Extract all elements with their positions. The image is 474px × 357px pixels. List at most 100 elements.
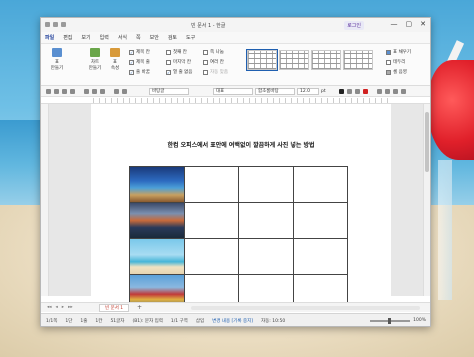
check-no-column-line[interactable]: ✓ 열 줄 없음	[166, 69, 192, 75]
next-tab-icon[interactable]: ▸	[62, 305, 64, 310]
status-line: 1줄	[80, 318, 88, 324]
align-right-icon[interactable]	[393, 89, 398, 94]
zoom-slider[interactable]	[370, 317, 411, 324]
underline-icon[interactable]	[355, 89, 360, 94]
check-auto-fit[interactable]: 자동 맞춤	[203, 69, 228, 75]
status-section: 1단	[65, 318, 73, 324]
zoom-slider-knob[interactable]	[388, 317, 392, 324]
redo-icon[interactable]	[122, 89, 127, 94]
status-mode[interactable]: 삽입	[196, 318, 204, 324]
menu-page[interactable]: 쪽	[136, 34, 141, 41]
undo-icon[interactable]	[53, 22, 58, 27]
cell-shade-button[interactable]: 셀 음영	[386, 69, 407, 75]
italic-icon[interactable]	[347, 89, 352, 94]
status-track-changes[interactable]: 변경 내용 [기록 중지]	[212, 318, 253, 324]
window-title: 빈 문서 1 - 한글	[191, 23, 226, 29]
font-select[interactable]: 함초롬바탕	[255, 88, 295, 95]
table-create-button[interactable]: 표 만들기	[47, 48, 67, 71]
menu-file[interactable]: 파일	[45, 34, 54, 41]
font-color-icon[interactable]	[363, 89, 368, 94]
status-col: 1칸	[95, 318, 103, 324]
document-area: 한컴 오피스에서 표안에 여백없이 깔끔하게 사진 넣는 방법	[41, 104, 430, 311]
add-tab-button[interactable]: +	[137, 304, 142, 311]
document-table[interactable]	[129, 166, 348, 311]
scrollbar-thumb[interactable]	[425, 112, 429, 172]
check-line-wrap[interactable]: ✓ 줄 바꿈	[129, 69, 150, 75]
check-title-row[interactable]: ✓ 제목 줄	[129, 59, 150, 65]
status-cell: 1/1 구역	[170, 318, 188, 324]
bold-icon[interactable]	[339, 89, 344, 94]
photo-beach-person	[130, 239, 184, 274]
undo-icon[interactable]	[114, 89, 119, 94]
table-cell[interactable]	[238, 166, 294, 203]
table-style-4[interactable]	[343, 50, 373, 70]
font-size-unit: pt	[321, 89, 326, 94]
table-properties-button[interactable]: 표 속성	[105, 48, 125, 71]
status-chars: 51글자	[110, 318, 125, 324]
table-style-3[interactable]	[311, 50, 341, 70]
document-page[interactable]: 한컴 오피스에서 표안에 여백없이 깔끔하게 사진 넣는 방법	[91, 104, 391, 311]
table-cell[interactable]	[238, 238, 294, 275]
first-tab-icon[interactable]: ◂◂	[47, 305, 52, 310]
check-title-cell[interactable]: ✓ 제목 칸	[129, 49, 150, 55]
window-controls: — ▢ ✕	[391, 20, 427, 28]
table-cell[interactable]	[183, 238, 239, 275]
table-cell[interactable]	[183, 166, 239, 203]
document-title-text: 한컴 오피스에서 표안에 여백없이 깔끔하게 사진 넣는 방법	[167, 142, 315, 149]
copy-icon[interactable]	[92, 89, 97, 94]
check-multi-cell[interactable]: 여러 칸	[203, 59, 224, 65]
language-select[interactable]: 대표	[213, 88, 253, 95]
zoom-level[interactable]: 100%	[413, 318, 426, 323]
last-tab-icon[interactable]: ▸▸	[68, 305, 73, 310]
menu-review[interactable]: 검토	[168, 34, 177, 41]
status-position: (B1): 문자 입력	[132, 318, 163, 324]
minimize-button[interactable]: —	[391, 20, 398, 28]
menu-insert[interactable]: 입력	[100, 34, 109, 41]
border-button[interactable]: 테두리	[386, 59, 405, 65]
table-cell[interactable]	[238, 202, 294, 239]
save-icon[interactable]	[45, 22, 50, 27]
align-center-icon[interactable]	[385, 89, 390, 94]
table-fill-button[interactable]: 표 채우기	[386, 49, 411, 55]
check-page-break[interactable]: 쪽 나눔	[203, 49, 224, 55]
cut-icon[interactable]	[84, 89, 89, 94]
vertical-scrollbar[interactable]	[423, 104, 430, 296]
menu-view[interactable]: 보기	[81, 34, 90, 41]
table-cell[interactable]	[183, 202, 239, 239]
font-size-input[interactable]: 12.0	[297, 88, 319, 95]
table-cell[interactable]	[292, 238, 348, 275]
print-icon[interactable]	[70, 89, 75, 94]
table-style-1[interactable]	[246, 49, 278, 71]
paste-icon[interactable]	[100, 89, 105, 94]
open-icon[interactable]	[54, 89, 59, 94]
align-left-icon[interactable]	[377, 89, 382, 94]
login-button[interactable]: 로그인	[344, 21, 364, 30]
check-last-cell[interactable]: 마지막 칸	[166, 59, 191, 65]
ribbon-toolbar: 표 만들기 차트 만들기 표 속성 ✓ 제목 칸 ✓ 제목 줄 ✓ 줄 바꿈 첫째 칸…	[41, 44, 430, 86]
tab-document-1[interactable]: 빈 문서 1	[99, 304, 130, 312]
menu-edit[interactable]: 편집	[63, 34, 72, 41]
new-doc-icon[interactable]	[46, 89, 51, 94]
check-first-cell[interactable]: 첫째 칸	[166, 49, 187, 55]
table-cell[interactable]	[292, 202, 348, 239]
maximize-button[interactable]: ▢	[406, 20, 413, 28]
table-cell[interactable]	[129, 202, 185, 239]
menu-security[interactable]: 보안	[150, 34, 159, 41]
menu-tools[interactable]: 도구	[186, 34, 195, 41]
table-cell[interactable]	[129, 238, 185, 275]
save-icon[interactable]	[62, 89, 67, 94]
format-toolbar: 바탕글 대표 함초롬바탕 12.0 pt	[41, 86, 430, 97]
tab-nav-arrows: ◂◂ ◂ ▸ ▸▸	[47, 305, 73, 310]
prev-tab-icon[interactable]: ◂	[56, 305, 58, 310]
table-style-2[interactable]	[279, 50, 309, 70]
redo-icon[interactable]	[61, 22, 66, 27]
horizontal-scrollbar[interactable]	[191, 306, 420, 310]
justify-icon[interactable]	[401, 89, 406, 94]
menu-format[interactable]: 서식	[118, 34, 127, 41]
style-select[interactable]: 바탕글	[149, 88, 189, 95]
table-cell[interactable]	[129, 166, 185, 203]
title-bar: 빈 문서 1 - 한글 로그인 — ▢ ✕	[41, 18, 430, 32]
close-button[interactable]: ✕	[420, 20, 426, 28]
chart-create-button[interactable]: 차트 만들기	[85, 48, 105, 71]
table-cell[interactable]	[292, 166, 348, 203]
